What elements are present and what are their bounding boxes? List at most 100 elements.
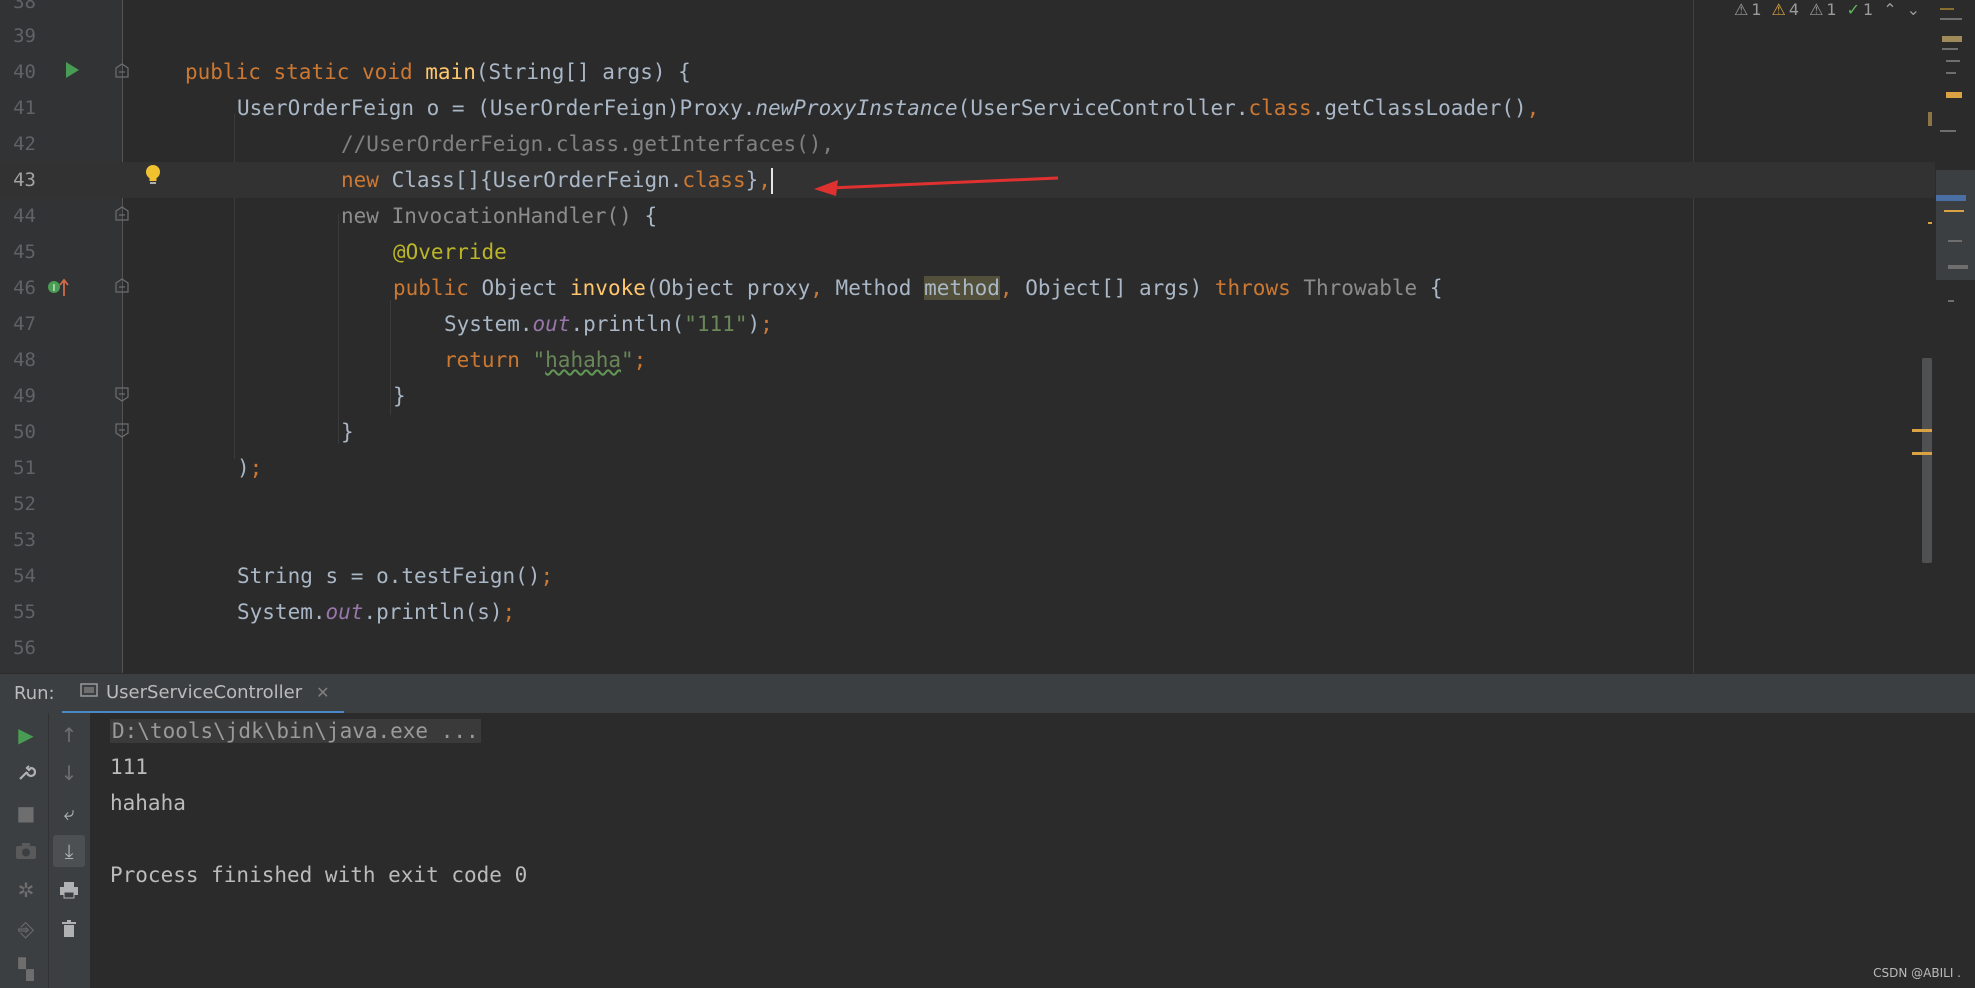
camera-icon[interactable] <box>12 837 40 865</box>
code-text: System.out.println(s); <box>237 600 516 624</box>
run-label: Run: <box>14 683 55 704</box>
line-number: 43 <box>13 169 36 191</box>
warning-icon: ⚠ <box>1734 0 1749 19</box>
layout-icon[interactable]: ▚ <box>12 955 40 983</box>
code-text: ); <box>237 456 263 480</box>
console-line: Process finished with exit code 0 <box>110 863 528 887</box>
line-number: 53 <box>13 529 36 551</box>
line-number: 47 <box>13 313 36 335</box>
trash-icon[interactable] <box>55 915 83 943</box>
code-text: } <box>393 384 406 408</box>
warning-marker[interactable] <box>1912 441 1932 460</box>
warning-count[interactable]: ⚠ 1 <box>1734 0 1762 19</box>
typo-check-icon: ✓ <box>1846 0 1860 19</box>
print-icon[interactable] <box>55 876 83 904</box>
line-number: 41 <box>13 97 36 119</box>
typo-count[interactable]: ✓ 1 <box>1847 0 1874 19</box>
run-tab-userservicecontroller[interactable]: UserServiceController ✕ <box>62 674 344 714</box>
run-config-icon <box>80 682 98 703</box>
line-number: 48 <box>13 349 36 371</box>
error-stripe-minimap[interactable] <box>1912 0 1975 673</box>
code-editor[interactable]: 38 39 40 public static void main(String[… <box>0 0 1975 673</box>
line-number: 56 <box>13 637 36 659</box>
console-line: hahaha <box>110 791 186 815</box>
rerun-button[interactable]: ▶ <box>12 721 40 749</box>
console-line: 111 <box>110 755 148 779</box>
line-number: 45 <box>13 241 36 263</box>
line-number: 39 <box>13 25 36 47</box>
console-line: D:\tools\jdk\bin\java.exe ... <box>110 713 481 749</box>
weak-warning-count[interactable]: ⚠ 1 <box>1809 0 1837 19</box>
previous-highlight-button[interactable]: ⌃ <box>1883 0 1896 19</box>
line-number: 54 <box>13 565 36 587</box>
code-line: 38 <box>0 0 1935 20</box>
toolbar-divider <box>48 713 49 988</box>
code-line: 56 <box>0 630 1935 666</box>
svg-text:I: I <box>53 283 56 294</box>
inspection-widget[interactable]: ⚠ 1 ⚠ 4 ⚠ 1 ✓ 1 ⌃ ⌄ <box>1734 0 1920 19</box>
warning-marker[interactable] <box>1912 418 1932 437</box>
code-line: 41 UserOrderFeign o = (UserOrderFeign)Pr… <box>0 90 1935 126</box>
line-number: 52 <box>13 493 36 515</box>
code-line: 46 public Object invoke(Object proxy, Me… <box>0 270 1935 306</box>
code-text: UserOrderFeign o = (UserOrderFeign)Proxy… <box>237 96 1540 120</box>
stop-button[interactable]: ■ <box>12 799 40 827</box>
line-number: 50 <box>13 421 36 443</box>
line-number: 46 <box>13 277 36 299</box>
lightbulb-icon[interactable] <box>143 163 163 193</box>
code-text: String s = o.testFeign(); <box>237 564 554 588</box>
code-text: new Class[]{UserOrderFeign.class}, <box>341 168 773 194</box>
code-line: 51 ); <box>0 450 1935 486</box>
run-tool-window-header: Run: UserServiceController ✕ <box>0 673 1975 714</box>
exit-icon[interactable]: ⎆ <box>12 915 40 943</box>
comment-text: //UserOrderFeign.class.getInterfaces(), <box>341 132 835 156</box>
code-line: 49 } <box>0 378 1935 414</box>
soft-wrap-icon[interactable]: ⤶ <box>55 799 83 827</box>
override-implements-icon[interactable]: I <box>46 276 70 304</box>
watermark: CSDN @ABILI . <box>1873 966 1961 980</box>
code-text: public static void main(String[] args) { <box>185 60 691 84</box>
run-toolbar: ▶ ↑ ↓ ■ ⤶ ⤓ ✲ ⎆ ▚ <box>0 713 90 988</box>
java-command-line[interactable]: D:\tools\jdk\bin\java.exe ... <box>110 719 481 743</box>
code-text: } <box>341 420 354 444</box>
fold-icon[interactable] <box>114 278 130 298</box>
fold-icon[interactable] <box>114 63 130 83</box>
line-number: 44 <box>13 205 36 227</box>
run-tab-label: UserServiceController <box>106 682 303 703</box>
warning-count[interactable]: ⚠ 4 <box>1772 0 1800 19</box>
line-number: 55 <box>13 601 36 623</box>
console-output[interactable]: D:\tools\jdk\bin\java.exe ... 111 hahaha… <box>90 713 1975 988</box>
code-line: 53 <box>0 522 1935 558</box>
run-gutter-icon[interactable] <box>64 61 80 83</box>
debug-icon[interactable]: ✲ <box>12 876 40 904</box>
weak-warning-icon: ⚠ <box>1809 0 1824 19</box>
line-number: 51 <box>13 457 36 479</box>
code-line: 52 <box>0 486 1935 522</box>
line-number: 42 <box>13 133 36 155</box>
code-line: 55 System.out.println(s); <box>0 594 1935 630</box>
code-line: 48 return "hahaha"; <box>0 342 1935 378</box>
code-text: public Object invoke(Object proxy, Metho… <box>393 276 1443 300</box>
scroll-to-end-icon[interactable]: ⤓ <box>53 835 85 867</box>
code-text: System.out.println("111"); <box>444 312 773 336</box>
fold-end-icon[interactable] <box>114 422 130 442</box>
close-icon[interactable]: ✕ <box>316 683 329 702</box>
code-line: 40 public static void main(String[] args… <box>0 54 1935 90</box>
fold-icon[interactable] <box>114 206 130 226</box>
code-line: 39 <box>0 18 1935 54</box>
red-arrow-annotation <box>810 170 1060 204</box>
line-number: 38 <box>13 0 36 13</box>
code-line: 42 //UserOrderFeign.class.getInterfaces(… <box>0 126 1935 162</box>
text-caret <box>770 168 773 194</box>
code-line: 54 String s = o.testFeign(); <box>0 558 1935 594</box>
fold-end-icon[interactable] <box>114 386 130 406</box>
warning-icon: ⚠ <box>1771 0 1786 19</box>
code-text: return "hahaha"; <box>444 348 647 372</box>
next-highlight-button[interactable]: ⌄ <box>1907 0 1920 19</box>
up-arrow-icon[interactable]: ↑ <box>55 721 83 749</box>
down-arrow-icon[interactable]: ↓ <box>55 759 83 787</box>
wrench-icon[interactable] <box>12 759 40 787</box>
annotation-text: @Override <box>393 240 507 264</box>
code-line: 50 } <box>0 414 1935 450</box>
line-number: 49 <box>13 385 36 407</box>
